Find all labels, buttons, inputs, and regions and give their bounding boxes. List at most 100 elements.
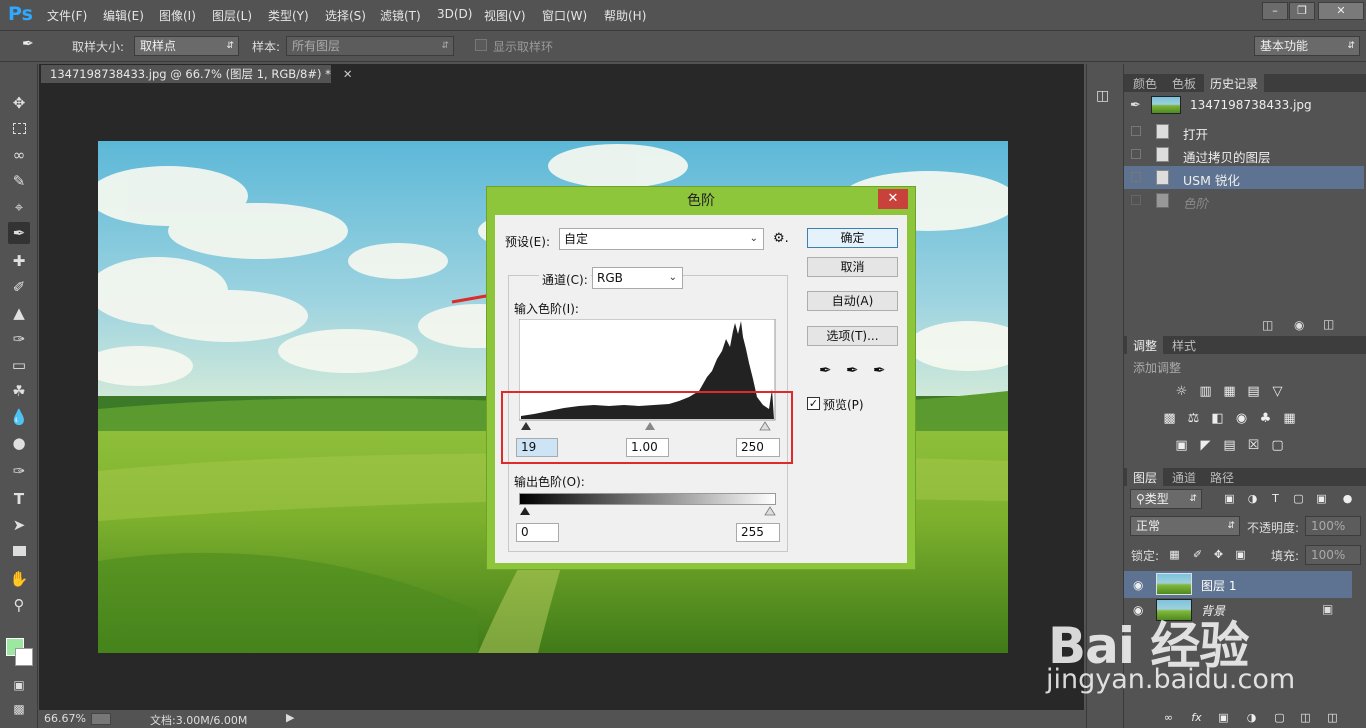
menu-filter[interactable]: 滤镜(T): [380, 7, 421, 24]
hue-saturation-icon[interactable]: ▩: [1162, 412, 1177, 426]
new-document-from-state-icon[interactable]: ◫: [1262, 318, 1276, 332]
add-mask-icon[interactable]: ▣: [1216, 711, 1231, 725]
new-layer-icon[interactable]: ◫: [1298, 711, 1313, 725]
type-tool-icon[interactable]: T: [8, 488, 30, 510]
layer-style-fx-icon[interactable]: fx: [1189, 711, 1204, 725]
status-menu-arrow-icon[interactable]: ▶: [286, 711, 294, 724]
eyedropper-tool-icon[interactable]: ✒: [8, 222, 30, 244]
menu-image[interactable]: 图像(I): [159, 7, 196, 24]
curves-icon[interactable]: ▦: [1222, 385, 1237, 399]
lock-pixels-icon[interactable]: ✐: [1190, 548, 1205, 562]
tab-layers[interactable]: 图层: [1127, 468, 1164, 486]
close-window-button[interactable]: ✕: [1318, 2, 1364, 20]
channel-select[interactable]: RGB ⌄: [592, 267, 683, 289]
clone-stamp-tool-icon[interactable]: ▲: [8, 302, 30, 324]
menu-edit[interactable]: 编辑(E): [103, 7, 144, 24]
brush-tool-icon[interactable]: ✐: [8, 276, 30, 298]
history-brush-tool-icon[interactable]: ✑: [8, 328, 30, 350]
tab-styles[interactable]: 样式: [1166, 336, 1202, 354]
gray-point-eyedropper-icon[interactable]: ✒: [846, 361, 859, 379]
healing-brush-tool-icon[interactable]: ✚: [8, 250, 30, 272]
output-black-slider[interactable]: [520, 507, 530, 515]
delete-layer-icon[interactable]: ◫: [1325, 711, 1340, 725]
selective-color-icon[interactable]: ☒: [1246, 439, 1261, 453]
show-ring-checkbox[interactable]: [475, 39, 487, 51]
layer-filter-select[interactable]: ⚲类型 ⇵: [1130, 489, 1202, 509]
filter-adjustment-icon[interactable]: ◑: [1245, 492, 1260, 506]
blend-mode-select[interactable]: 正常 ⇵: [1130, 516, 1240, 536]
opacity-input[interactable]: 100%: [1305, 516, 1361, 536]
sample-select[interactable]: 所有图层 ⇵: [286, 36, 454, 56]
tab-channels[interactable]: 通道: [1166, 468, 1202, 486]
output-white-field[interactable]: 255: [736, 523, 780, 542]
cancel-button[interactable]: 取消: [807, 257, 898, 277]
history-item-selected[interactable]: USM 锐化: [1124, 166, 1364, 189]
color-lookup-icon[interactable]: ▦: [1282, 412, 1297, 426]
dodge-tool-icon[interactable]: ●: [8, 432, 30, 454]
lasso-tool-icon[interactable]: ∞: [8, 144, 30, 166]
white-point-eyedropper-icon[interactable]: ✒: [873, 361, 886, 379]
history-checkbox[interactable]: [1131, 195, 1141, 205]
marquee-tool-icon[interactable]: [8, 118, 30, 140]
brightness-icon[interactable]: ☼: [1174, 385, 1189, 399]
quick-select-tool-icon[interactable]: ✎: [8, 170, 30, 192]
camera-icon[interactable]: ◉: [1294, 318, 1308, 332]
panel-dock-icon[interactable]: ◫: [1096, 88, 1112, 104]
history-checkbox[interactable]: [1131, 126, 1141, 136]
menu-file[interactable]: 文件(F): [47, 7, 87, 24]
document-tab[interactable]: 1347198738433.jpg @ 66.7% (图层 1, RGB/8#)…: [41, 65, 353, 83]
tab-color[interactable]: 颜色: [1127, 74, 1163, 92]
history-checkbox[interactable]: [1131, 149, 1141, 159]
eraser-tool-icon[interactable]: ▭: [8, 354, 30, 376]
quick-mask-icon[interactable]: ▣: [8, 674, 30, 696]
threshold-icon[interactable]: ▤: [1222, 439, 1237, 453]
output-black-field[interactable]: 0: [516, 523, 559, 542]
lock-position-icon[interactable]: ✥: [1211, 548, 1226, 562]
close-tab-icon[interactable]: ✕: [343, 67, 353, 81]
trash-icon[interactable]: ◫: [1323, 317, 1337, 331]
maximize-button[interactable]: ❐: [1289, 2, 1315, 20]
pen-tool-icon[interactable]: ✑: [8, 460, 30, 482]
sample-size-select[interactable]: 取样点 ⇵: [134, 36, 239, 56]
minimize-button[interactable]: –: [1262, 2, 1288, 20]
layer-name[interactable]: 图层 1: [1201, 577, 1236, 594]
hand-tool-icon[interactable]: ✋: [8, 568, 30, 590]
menu-window[interactable]: 窗口(W): [542, 7, 587, 24]
levels-icon[interactable]: ▥: [1198, 385, 1213, 399]
filter-toggle-icon[interactable]: ●: [1340, 492, 1355, 506]
history-item[interactable]: 通过拷贝的图层: [1124, 143, 1364, 166]
shape-tool-icon[interactable]: [8, 540, 30, 562]
exposure-icon[interactable]: ▤: [1246, 385, 1261, 399]
tab-adjustments[interactable]: 调整: [1127, 336, 1164, 354]
tab-paths[interactable]: 路径: [1204, 468, 1240, 486]
menu-select[interactable]: 选择(S): [325, 7, 366, 24]
eyedropper-tool-preset-icon[interactable]: ✒: [22, 36, 42, 56]
dialog-close-button[interactable]: ✕: [878, 189, 908, 209]
channel-mixer-icon[interactable]: ♣: [1258, 412, 1273, 426]
photo-filter-icon[interactable]: ◉: [1234, 412, 1249, 426]
history-item[interactable]: 打开: [1124, 120, 1364, 143]
fill-input[interactable]: 100%: [1305, 545, 1361, 565]
paint-bucket-tool-icon[interactable]: ☘: [8, 380, 30, 402]
output-slider-track[interactable]: [515, 505, 780, 517]
new-fill-layer-icon[interactable]: ◑: [1244, 711, 1259, 725]
new-group-icon[interactable]: ▢: [1272, 711, 1287, 725]
tab-history[interactable]: 历史记录: [1204, 74, 1265, 92]
filter-pixel-icon[interactable]: ▣: [1222, 492, 1237, 506]
auto-button[interactable]: 自动(A): [807, 291, 898, 311]
color-balance-icon[interactable]: ⚖: [1186, 412, 1201, 426]
ok-button[interactable]: 确定: [807, 228, 898, 248]
filter-smart-object-icon[interactable]: ▣: [1314, 492, 1329, 506]
filter-type-icon[interactable]: T: [1268, 492, 1283, 506]
zoom-tool-icon[interactable]: ⚲: [8, 594, 30, 616]
gradient-map-icon[interactable]: ▢: [1270, 439, 1285, 453]
visibility-eye-icon[interactable]: ◉: [1133, 578, 1143, 592]
menu-layer[interactable]: 图层(L): [212, 7, 252, 24]
preview-checkbox[interactable]: ✓: [807, 397, 820, 410]
preset-select[interactable]: 自定 ⌄: [559, 228, 764, 250]
menu-3d[interactable]: 3D(D): [437, 7, 472, 21]
path-select-tool-icon[interactable]: ➤: [8, 514, 30, 536]
filter-shape-icon[interactable]: ▢: [1291, 492, 1306, 506]
history-item-pending[interactable]: 色阶: [1124, 189, 1364, 212]
zoom-level[interactable]: 66.67%: [44, 712, 86, 725]
